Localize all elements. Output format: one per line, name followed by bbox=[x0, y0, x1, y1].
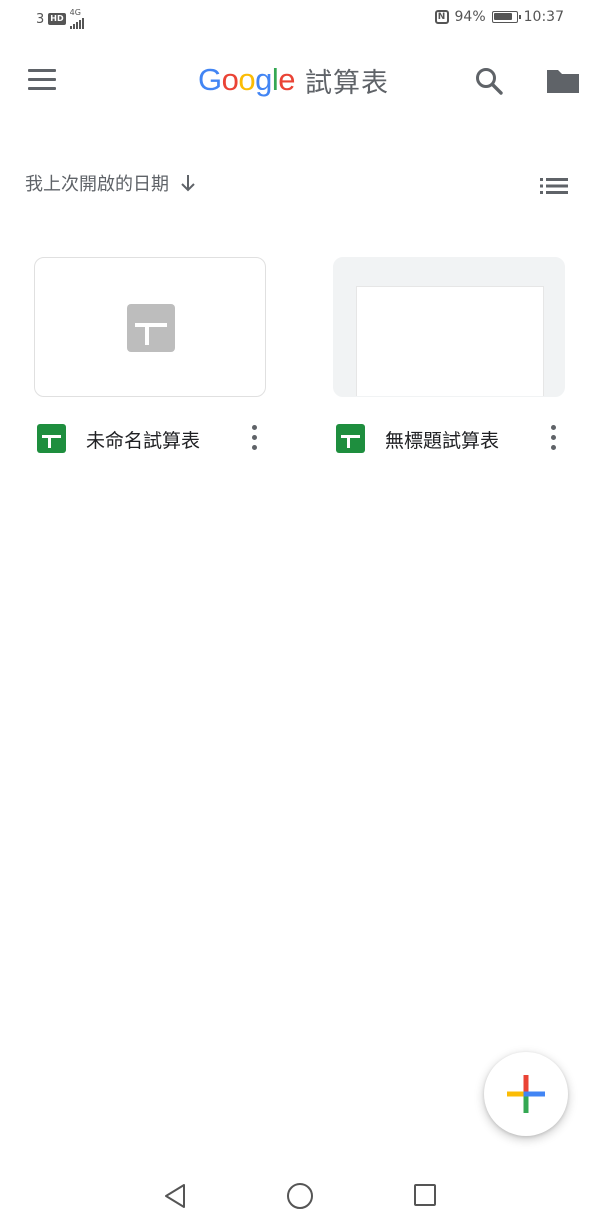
screen: 3 HD 4G N 94% 10:37 Google 試算表 我上次開啟的日期 … bbox=[0, 0, 600, 1226]
logo-letter: g bbox=[255, 62, 272, 97]
list-view-icon bbox=[540, 178, 568, 194]
battery-icon bbox=[491, 11, 521, 23]
menu-button[interactable] bbox=[26, 66, 60, 94]
clock: 10:37 bbox=[523, 9, 564, 25]
app-title: Google 試算表 bbox=[198, 58, 389, 102]
create-new-button[interactable] bbox=[484, 1052, 568, 1136]
file-name[interactable]: 無標題試算表 bbox=[385, 426, 499, 453]
logo-letter: G bbox=[198, 62, 222, 97]
signal-icon: 4G bbox=[69, 8, 84, 29]
search-icon bbox=[476, 68, 503, 95]
battery-percent: 94% bbox=[454, 9, 486, 25]
sim-slot: 3 bbox=[36, 11, 45, 27]
recents-button[interactable] bbox=[414, 1184, 436, 1206]
system-nav-bar bbox=[0, 1166, 600, 1226]
sheet-preview bbox=[356, 286, 544, 396]
home-button[interactable] bbox=[287, 1183, 313, 1209]
search-button[interactable] bbox=[472, 64, 506, 98]
logo-letter: o bbox=[238, 62, 256, 97]
file-info: 未命名試算表 bbox=[34, 417, 266, 461]
file-name[interactable]: 未命名試算表 bbox=[86, 426, 200, 453]
google-logo: Google bbox=[198, 62, 296, 98]
file-info: 無標題試算表 bbox=[333, 417, 565, 461]
more-options-button[interactable] bbox=[246, 423, 262, 453]
network-type: 4G bbox=[69, 8, 81, 17]
status-bar: 3 HD 4G N 94% 10:37 bbox=[0, 0, 600, 38]
folder-icon bbox=[547, 70, 579, 93]
battery-fill bbox=[493, 13, 513, 20]
status-left: 3 HD 4G bbox=[36, 9, 84, 29]
more-options-button[interactable] bbox=[545, 423, 561, 453]
file-thumbnail[interactable] bbox=[34, 257, 266, 397]
logo-letter: e bbox=[278, 62, 296, 97]
status-right: N 94% 10:37 bbox=[434, 9, 564, 25]
file-card: 未命名試算表 bbox=[34, 257, 266, 461]
app-bar: Google 試算表 bbox=[0, 38, 600, 122]
list-view-button[interactable] bbox=[538, 174, 570, 198]
sort-by-button[interactable]: 我上次開啟的日期 bbox=[25, 170, 197, 196]
app-name: 試算表 bbox=[305, 67, 390, 99]
file-thumbnail[interactable] bbox=[333, 257, 565, 397]
blank-sheet-icon bbox=[127, 304, 175, 352]
file-card: 無標題試算表 bbox=[333, 257, 565, 461]
sheets-icon bbox=[336, 424, 365, 453]
folder-button[interactable] bbox=[544, 66, 582, 96]
logo-letter: o bbox=[221, 62, 239, 97]
sheets-icon bbox=[37, 424, 66, 453]
back-button[interactable] bbox=[162, 1182, 188, 1210]
sort-label: 我上次開啟的日期 bbox=[25, 174, 169, 195]
plus-icon bbox=[507, 1075, 545, 1113]
arrow-down-icon bbox=[181, 175, 195, 192]
back-icon bbox=[165, 1184, 185, 1208]
hd-icon: HD bbox=[48, 13, 66, 25]
sort-row: 我上次開啟的日期 bbox=[0, 160, 600, 210]
nfc-icon: N bbox=[434, 10, 449, 24]
